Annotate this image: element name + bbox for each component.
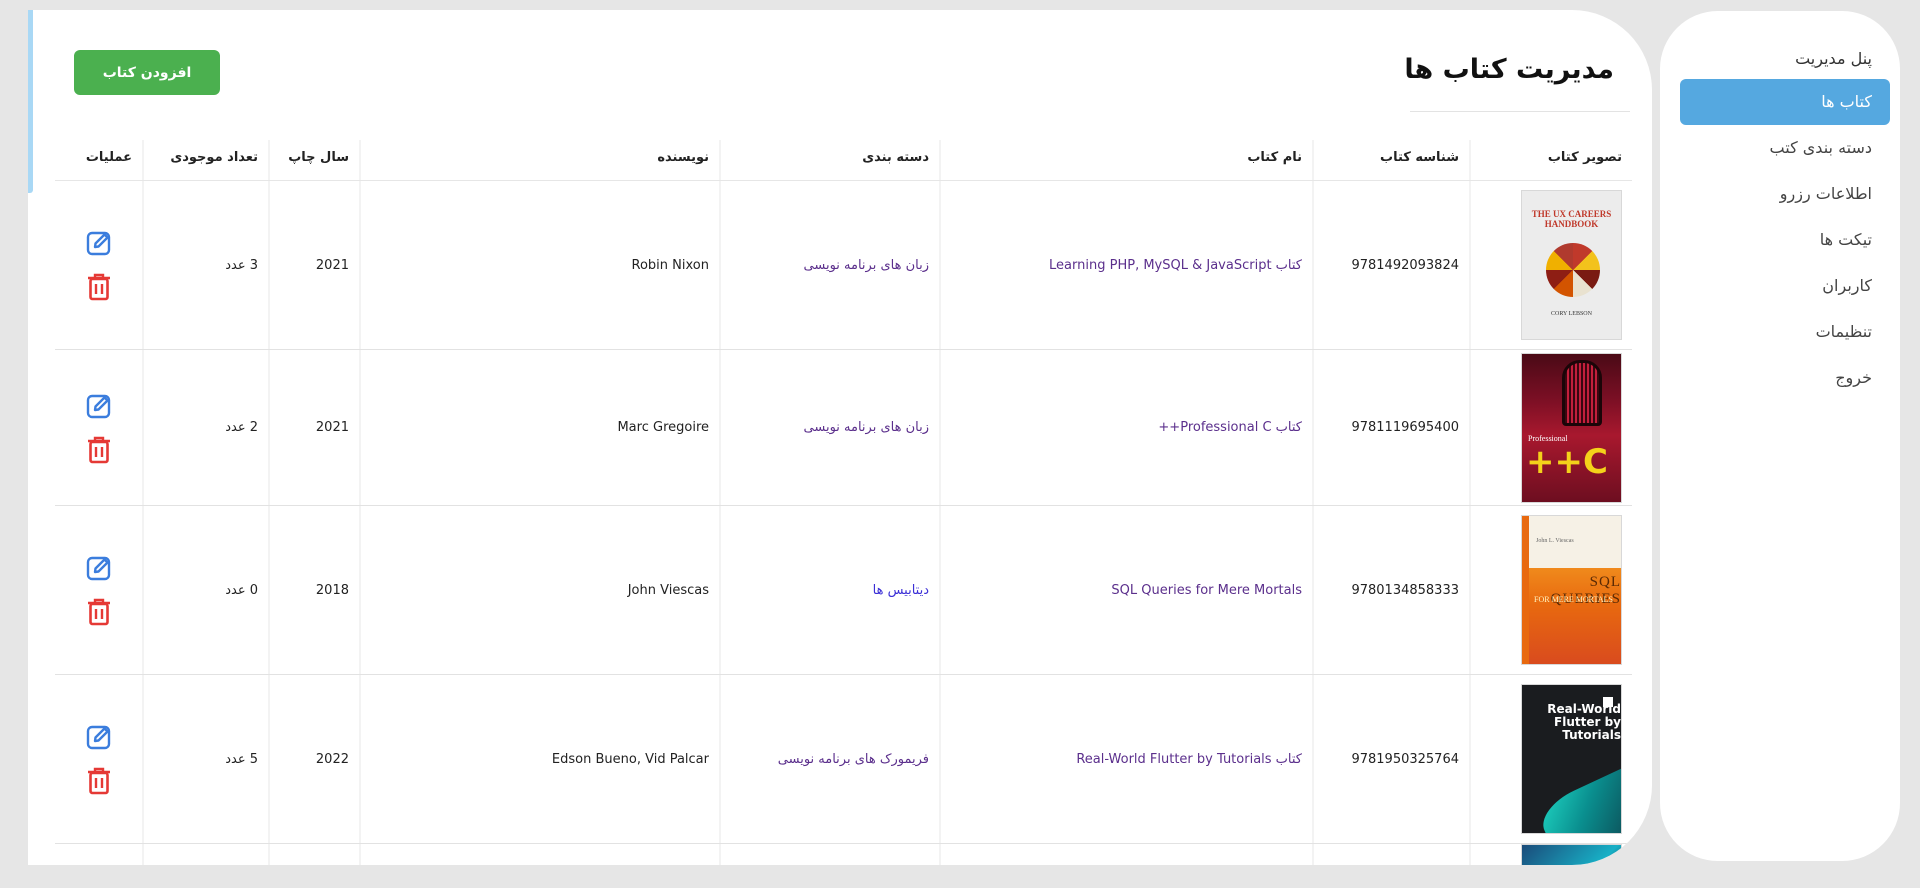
book-name-link[interactable]: کتاب Professional C++ bbox=[939, 350, 1312, 505]
book-cover-image bbox=[1521, 844, 1622, 865]
trash-icon[interactable] bbox=[85, 272, 113, 302]
table-header: تصویر کتاب شناسه کتاب نام کتاب دسته بندی… bbox=[55, 140, 1632, 181]
header-category: دسته بندی bbox=[719, 140, 939, 180]
book-author: John Viescas bbox=[359, 506, 719, 674]
book-name-link[interactable] bbox=[939, 844, 1312, 865]
cover-title: C++ bbox=[1526, 441, 1608, 482]
add-book-button[interactable]: افزودن کتاب bbox=[74, 50, 220, 95]
sidebar-item-logout[interactable]: خروج bbox=[1680, 355, 1890, 401]
cover-author: CORY LEBSON bbox=[1551, 311, 1592, 317]
book-year: 2021 bbox=[268, 181, 359, 349]
main-panel: مدیریت کتاب ها افزودن کتاب تصویر کتاب شن… bbox=[28, 10, 1652, 865]
book-cover-image: Professional C++ bbox=[1521, 352, 1622, 503]
trash-icon[interactable] bbox=[85, 597, 113, 627]
book-author: Edson Bueno, Vid Palcar bbox=[359, 675, 719, 843]
book-year bbox=[268, 844, 359, 865]
header-id: شناسه کتاب bbox=[1312, 140, 1469, 180]
book-category-link[interactable]: فریمورک های برنامه نویسی bbox=[719, 675, 939, 843]
cover-cell: THE UX CAREERS HANDBOOK CORY LEBSON bbox=[1469, 181, 1632, 349]
header-actions: عملیات bbox=[85, 150, 132, 165]
edit-icon[interactable] bbox=[85, 722, 113, 752]
book-author: Robin Nixon bbox=[359, 181, 719, 349]
scrollbar[interactable] bbox=[28, 10, 33, 193]
title-divider bbox=[1410, 111, 1630, 112]
cover-stripe bbox=[1522, 516, 1529, 664]
actions-cell bbox=[55, 675, 142, 843]
book-id: 9781492093824 bbox=[1312, 181, 1469, 349]
actions-cell bbox=[55, 181, 142, 349]
cover-art bbox=[1534, 762, 1621, 833]
book-id: 9780134858333 bbox=[1312, 506, 1469, 674]
book-id: 9781119695400 bbox=[1312, 350, 1469, 505]
edit-icon[interactable] bbox=[85, 553, 113, 583]
book-author: Marc Gregoire bbox=[359, 350, 719, 505]
book-cover-image: Real-World Flutter by Tutorials bbox=[1521, 684, 1622, 834]
cover-cell: John L. Viescas SQL QUERIES FOR MERE MOR… bbox=[1469, 506, 1632, 674]
book-stock: 3 عدد bbox=[142, 181, 268, 349]
sidebar-item-users[interactable]: کاربران bbox=[1680, 263, 1890, 309]
sidebar-item-tickets[interactable]: تیکت ها bbox=[1680, 217, 1890, 263]
header-year: سال چاپ bbox=[268, 140, 359, 180]
book-stock: 2 عدد bbox=[142, 350, 268, 505]
sidebar-item-settings[interactable]: تنظیمات bbox=[1680, 309, 1890, 355]
book-stock: 0 عدد bbox=[142, 506, 268, 674]
book-name-link[interactable]: SQL Queries for Mere Mortals bbox=[939, 506, 1312, 674]
book-stock: 5 عدد bbox=[142, 675, 268, 843]
cover-cell: Real-World Flutter by Tutorials bbox=[1469, 675, 1632, 843]
cover-cell: Professional C++ bbox=[1469, 350, 1632, 505]
cover-subtitle: FOR MERE MORTALS bbox=[1534, 595, 1613, 604]
header-stock: تعداد موجودی bbox=[142, 140, 268, 180]
book-year: 2022 bbox=[268, 675, 359, 843]
book-cover-image: John L. Viescas SQL QUERIES FOR MERE MOR… bbox=[1521, 515, 1622, 665]
actions-cell bbox=[55, 844, 142, 865]
cover-art bbox=[1562, 359, 1602, 426]
cover-author: John L. Viescas bbox=[1536, 538, 1574, 544]
book-id: 9781950325764 bbox=[1312, 675, 1469, 843]
sidebar: پنل مدیریت کتاب ها دسته بندی کتب اطلاعات… bbox=[1660, 11, 1900, 861]
book-id bbox=[1312, 844, 1469, 865]
book-name-link[interactable]: کتاب Real-World Flutter by Tutorials bbox=[939, 675, 1312, 843]
header-name: نام کتاب bbox=[939, 140, 1312, 180]
book-year: 2021 bbox=[268, 350, 359, 505]
table-row bbox=[55, 844, 1632, 865]
trash-icon[interactable] bbox=[85, 766, 113, 796]
book-cover-image: THE UX CAREERS HANDBOOK CORY LEBSON bbox=[1521, 190, 1622, 340]
book-category-link[interactable]: زبان های برنامه نویسی bbox=[719, 181, 939, 349]
actions-cell bbox=[55, 506, 142, 674]
page-title: مدیریت کتاب ها bbox=[1404, 54, 1614, 85]
book-category-link[interactable]: زبان های برنامه نویسی bbox=[719, 350, 939, 505]
header-author: نویسنده bbox=[359, 140, 719, 180]
book-name-link[interactable]: کتاب Learning PHP, MySQL & JavaScript bbox=[939, 181, 1312, 349]
header-cover: تصویر کتاب bbox=[1469, 140, 1632, 180]
cover-cell bbox=[1469, 844, 1632, 865]
edit-icon[interactable] bbox=[85, 391, 113, 421]
sidebar-title: پنل مدیریت bbox=[1795, 49, 1872, 68]
book-year: 2018 bbox=[268, 506, 359, 674]
cover-title: Real-World Flutter by Tutorials bbox=[1547, 702, 1621, 742]
sidebar-item-categories[interactable]: دسته بندی کتب bbox=[1680, 125, 1890, 171]
book-category-link[interactable]: دیتابیس ها bbox=[719, 506, 939, 674]
table-row: John L. Viescas SQL QUERIES FOR MERE MOR… bbox=[55, 506, 1632, 675]
actions-cell bbox=[55, 350, 142, 505]
trash-icon[interactable] bbox=[85, 435, 113, 465]
table-row: Professional C++ 9781119695400 کتاب Prof… bbox=[55, 350, 1632, 506]
book-author bbox=[359, 844, 719, 865]
table-row: Real-World Flutter by Tutorials 97819503… bbox=[55, 675, 1632, 844]
sidebar-item-reservations[interactable]: اطلاعات رزرو bbox=[1680, 171, 1890, 217]
table-row: THE UX CAREERS HANDBOOK CORY LEBSON 9781… bbox=[55, 181, 1632, 350]
cover-art bbox=[1546, 243, 1600, 297]
book-stock bbox=[142, 844, 268, 865]
book-category-link[interactable] bbox=[719, 844, 939, 865]
books-table: تصویر کتاب شناسه کتاب نام کتاب دسته بندی… bbox=[55, 140, 1632, 865]
cover-title: THE UX CAREERS HANDBOOK bbox=[1531, 209, 1612, 229]
sidebar-item-books[interactable]: کتاب ها bbox=[1680, 79, 1890, 125]
edit-icon[interactable] bbox=[85, 228, 113, 258]
